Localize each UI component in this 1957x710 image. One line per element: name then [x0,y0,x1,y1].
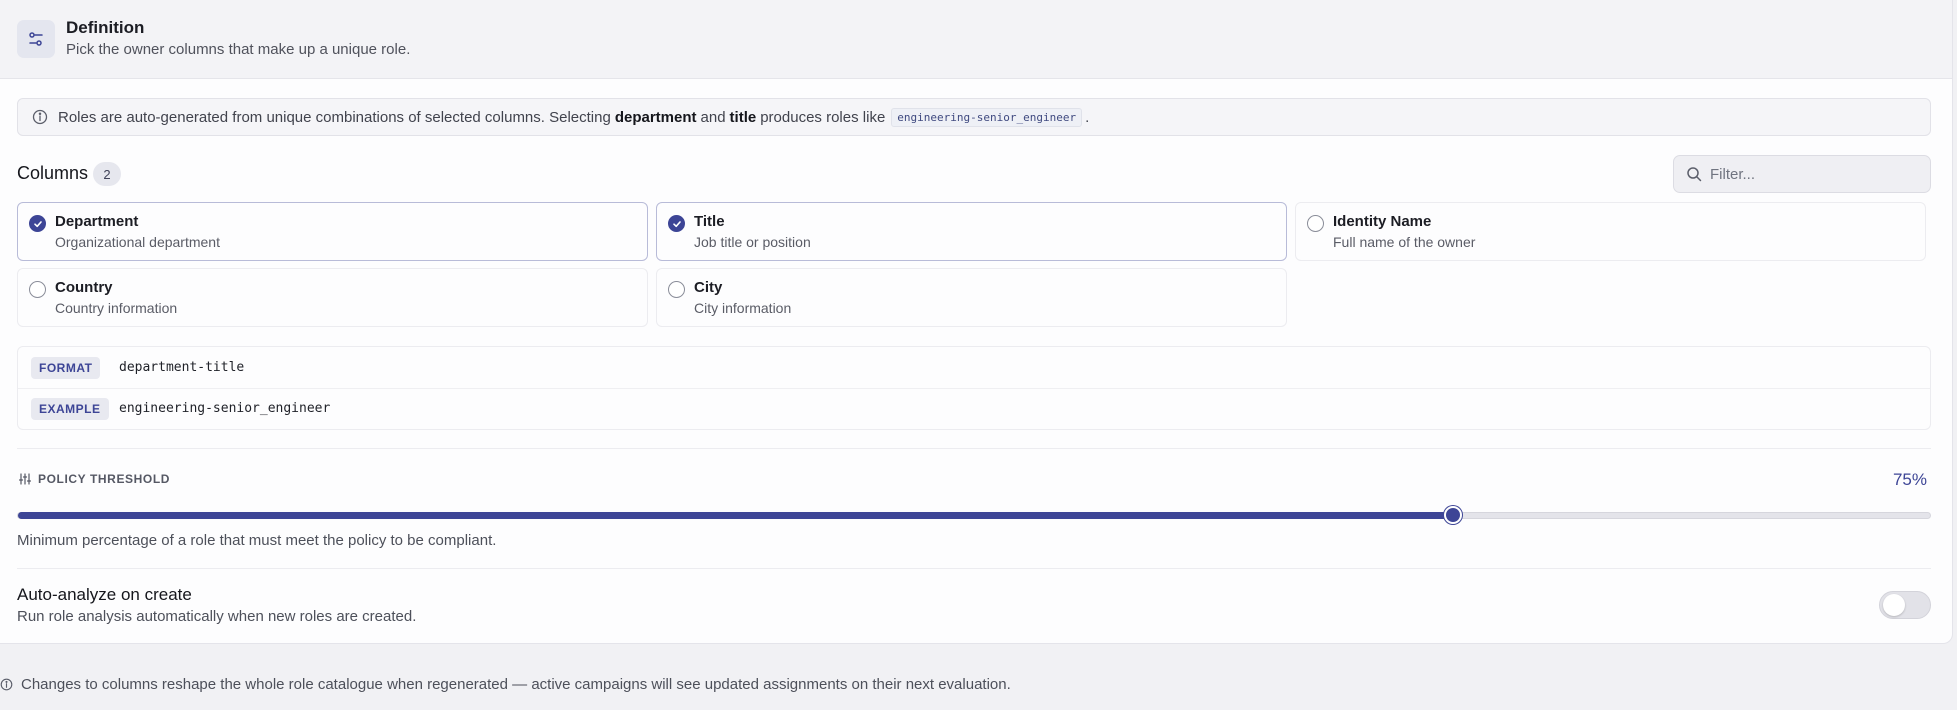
policy-value: 75% [1892,470,1927,489]
info-bold-title: title [729,108,757,126]
policy-slider-thumb[interactable] [1443,506,1462,524]
policy-slider-track[interactable] [17,512,1931,519]
column-desc: Country information [55,300,178,316]
footer-note-text: Changes to columns reshape the whole rol… [21,676,1011,693]
sliders-icon [17,20,55,58]
policy-help-text: Minimum percentage of a role that must m… [17,532,497,549]
format-tag: FORMAT [31,357,101,379]
example-tag: EXAMPLE [31,398,109,420]
definition-card: Definition Pick the owner columns that m… [0,0,1953,644]
adjustments-icon [19,473,31,485]
info-icon [32,109,48,125]
filter-field[interactable] [1673,155,1931,193]
search-icon [1686,166,1702,182]
info-banner: Roles are auto-generated from unique com… [17,98,1931,136]
column-name: Identity Name [1333,213,1432,230]
filter-input[interactable] [1710,165,1910,183]
column-option-city[interactable]: City City information [656,268,1287,327]
policy-threshold-label: POLICY THRESHOLD [19,472,170,486]
info-text-1: Roles are auto-generated from unique com… [58,108,611,126]
columns-heading: Columns [17,163,89,183]
divider [18,388,1930,389]
info-code-example: engineering-senior_engineer [891,107,1083,127]
format-value: department-title [119,360,245,375]
divider [17,568,1931,569]
info-icon [0,678,13,691]
auto-analyze-subtitle: Run role analysis automatically when new… [17,608,417,625]
policy-slider-fill [18,512,1454,519]
column-name: Department [55,213,139,230]
card-header: Definition Pick the owner columns that m… [0,0,1952,79]
info-bold-department: department [614,108,697,126]
column-option-department[interactable]: Department Organizational department [17,202,648,261]
toggle-knob [1883,594,1905,616]
checkbox-checked-icon[interactable] [668,215,685,232]
checkbox-empty-icon[interactable] [1307,215,1324,232]
column-name: Country [55,279,113,296]
column-name: City [694,279,723,296]
auto-analyze-title: Auto-analyze on create [17,585,192,604]
info-text-3: produces roles like [760,108,886,126]
column-option-country[interactable]: Country Country information [17,268,648,327]
checkbox-empty-icon[interactable] [29,281,46,298]
footer-note: Changes to columns reshape the whole rol… [0,676,1011,693]
column-name: Title [694,213,725,230]
column-desc: Job title or position [694,234,811,250]
column-option-title[interactable]: Title Job title or position [656,202,1287,261]
auto-analyze-toggle[interactable] [1879,591,1931,619]
page-subtitle: Pick the owner columns that make up a un… [66,41,411,58]
example-value: engineering-senior_engineer [119,401,331,416]
info-text-2: and [700,108,726,126]
checkbox-empty-icon[interactable] [668,281,685,298]
column-desc: City information [694,300,792,316]
divider [17,448,1931,449]
checkbox-checked-icon[interactable] [29,215,46,232]
format-preview: FORMAT department-title EXAMPLE engineer… [17,346,1931,430]
column-option-identity-name[interactable]: Identity Name Full name of the owner [1295,202,1926,261]
policy-label-text: POLICY THRESHOLD [38,472,171,486]
page-title: Definition [66,18,145,37]
column-desc: Organizational department [55,234,220,250]
columns-count-badge: 2 [93,162,121,186]
info-text-4: . [1085,108,1090,126]
column-desc: Full name of the owner [1333,234,1476,250]
